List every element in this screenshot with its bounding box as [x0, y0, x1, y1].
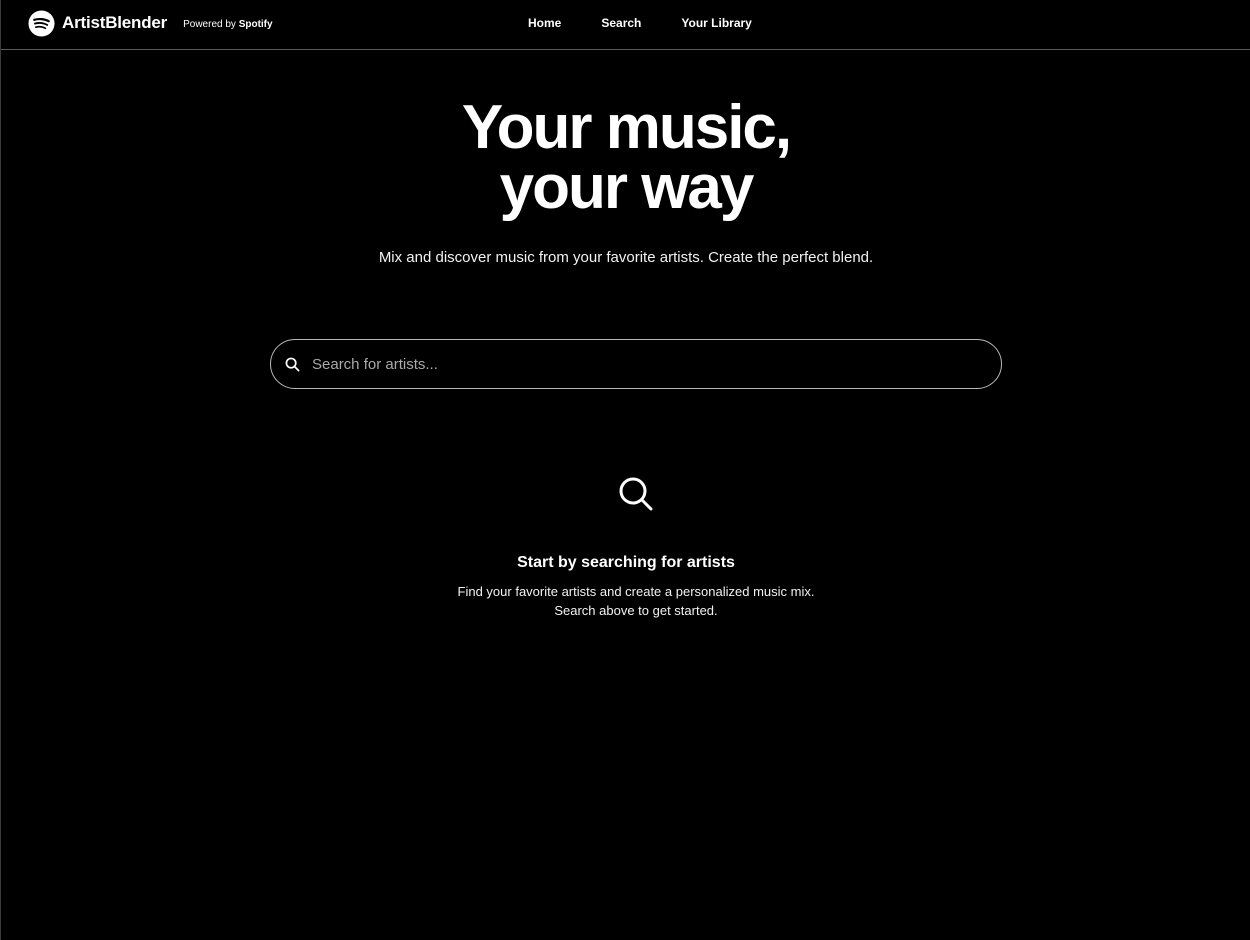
brand[interactable]: ArtistBlender Powered by Spotify [28, 9, 273, 37]
empty-state-title: Start by searching for artists [517, 554, 735, 571]
top-navbar: ArtistBlender Powered by Spotify Home Se… [1, 0, 1250, 50]
powered-by-label: Powered by Spotify [183, 19, 272, 30]
hero-subtitle: Mix and discover music from your favorit… [378, 249, 874, 266]
hero-title: Your music, your way [1, 93, 1250, 222]
nav-home[interactable]: Home [513, 16, 576, 30]
app-page: ArtistBlender Powered by Spotify Home Se… [0, 0, 1250, 940]
hero-title-line2: your way [499, 153, 755, 222]
powered-prefix: Powered by [183, 19, 236, 30]
powered-brand: Spotify [238, 19, 273, 30]
search-icon [285, 357, 300, 371]
main-nav: Home Search Your Library [513, 0, 767, 46]
nav-search[interactable]: Search [576, 16, 656, 30]
brand-name: ArtistBlender [62, 13, 168, 32]
empty-state-description: Find your favorite artists and create a … [457, 584, 815, 618]
search-bar[interactable] [270, 339, 1002, 389]
hero-title-line1: Your music, [461, 93, 792, 162]
empty-state-search-icon [619, 477, 653, 511]
search-input[interactable] [312, 355, 1001, 373]
nav-your-library[interactable]: Your Library [656, 16, 766, 30]
spotify-logo-icon [28, 9, 55, 37]
